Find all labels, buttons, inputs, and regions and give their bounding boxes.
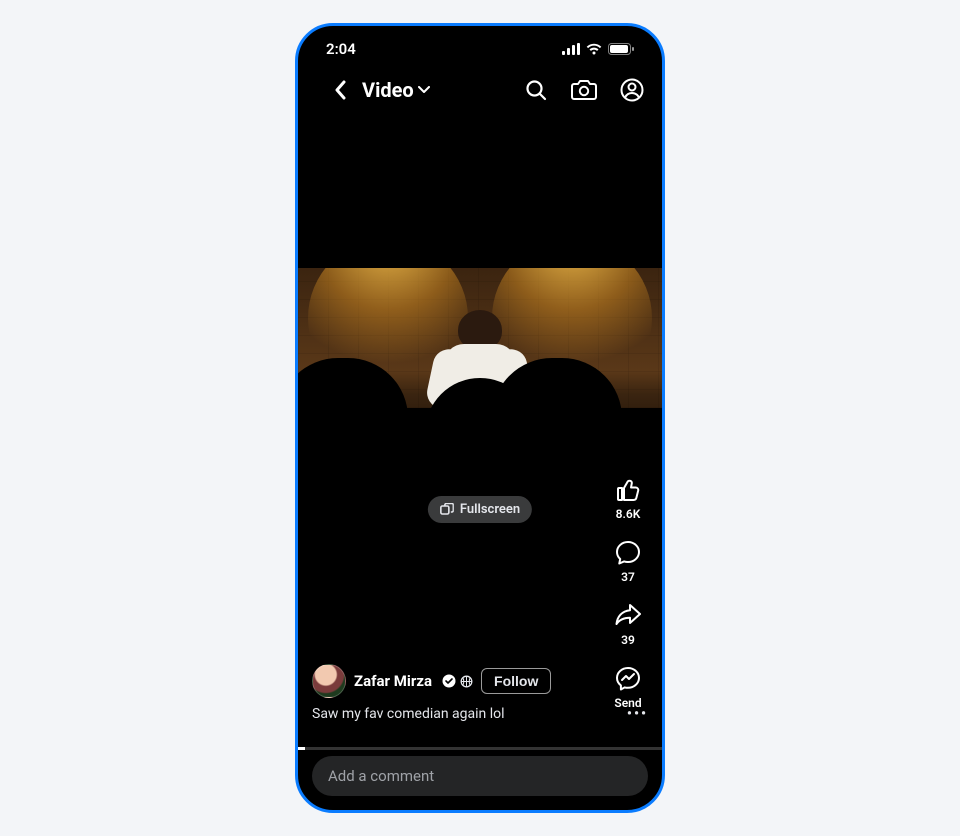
progress-fill bbox=[298, 747, 305, 750]
author-name: Zafar Mirza bbox=[354, 672, 432, 690]
nav-title-label: Video bbox=[362, 78, 414, 102]
share-button[interactable]: 39 bbox=[613, 602, 643, 647]
comment-count: 37 bbox=[621, 570, 635, 584]
wifi-icon bbox=[586, 43, 602, 55]
profile-icon bbox=[620, 78, 644, 102]
like-count: 8.6K bbox=[616, 507, 641, 521]
status-time: 2:04 bbox=[326, 40, 356, 58]
status-bar: 2:04 bbox=[298, 26, 662, 72]
comment-icon bbox=[614, 539, 642, 567]
messenger-icon bbox=[614, 665, 642, 693]
post-caption: Saw my fav comedian again lol bbox=[312, 706, 505, 722]
video-area[interactable]: Fullscreen 8.6K 37 39 Send bbox=[298, 108, 662, 810]
nav-bar: Video bbox=[298, 72, 662, 108]
globe-icon bbox=[460, 675, 473, 688]
camera-icon bbox=[571, 79, 597, 101]
signal-icon bbox=[562, 43, 580, 55]
action-rail: 8.6K 37 39 Send bbox=[604, 476, 652, 710]
author-badges bbox=[442, 674, 473, 688]
fullscreen-label: Fullscreen bbox=[460, 502, 520, 517]
chevron-left-icon bbox=[334, 80, 346, 100]
share-count: 39 bbox=[621, 633, 635, 647]
fullscreen-icon bbox=[440, 503, 454, 517]
comment-input[interactable]: Add a comment bbox=[312, 756, 648, 796]
status-icons bbox=[562, 43, 634, 55]
send-button[interactable]: Send bbox=[614, 665, 642, 710]
search-icon bbox=[524, 78, 548, 102]
phone-frame: 2:04 Video bbox=[295, 23, 665, 813]
search-button[interactable] bbox=[522, 76, 550, 104]
camera-button[interactable] bbox=[570, 76, 598, 104]
back-button[interactable] bbox=[326, 76, 354, 104]
comment-placeholder: Add a comment bbox=[328, 767, 434, 785]
battery-icon bbox=[608, 43, 634, 55]
like-icon bbox=[614, 476, 642, 504]
avatar[interactable] bbox=[312, 664, 346, 698]
like-button[interactable]: 8.6K bbox=[614, 476, 642, 521]
nav-title-dropdown[interactable]: Video bbox=[362, 78, 430, 102]
author-row[interactable]: Zafar Mirza Follow bbox=[312, 664, 592, 698]
post-meta: Zafar Mirza Follow Saw my fav comedian a… bbox=[312, 664, 592, 722]
verified-icon bbox=[442, 674, 456, 688]
more-button[interactable]: ••• bbox=[627, 706, 648, 722]
chevron-down-icon bbox=[418, 86, 430, 94]
fullscreen-button[interactable]: Fullscreen bbox=[428, 496, 532, 523]
profile-button[interactable] bbox=[618, 76, 646, 104]
share-icon bbox=[613, 602, 643, 630]
video-content bbox=[298, 268, 662, 498]
progress-bar[interactable] bbox=[298, 747, 662, 750]
follow-button[interactable]: Follow bbox=[481, 668, 551, 694]
comment-button[interactable]: 37 bbox=[614, 539, 642, 584]
